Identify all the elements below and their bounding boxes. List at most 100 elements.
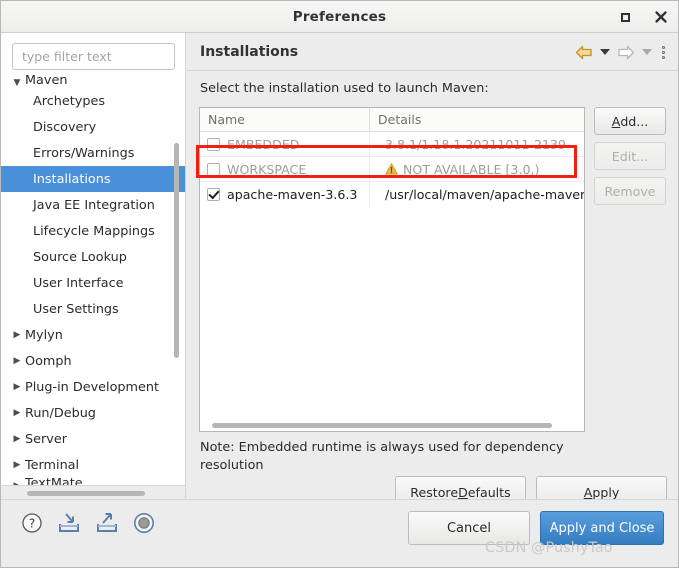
chevron-right-icon[interactable]: ▶ — [9, 382, 25, 392]
sidebar-item-java-ee-integration[interactable]: Java EE Integration — [1, 192, 185, 218]
sidebar-item-mylyn[interactable]: ▶ Mylyn — [1, 322, 185, 348]
sidebar-item-label: Oomph — [25, 353, 72, 369]
cancel-button[interactable]: Cancel — [408, 511, 530, 545]
sidebar-vertical-scrollbar[interactable] — [174, 143, 179, 358]
table-body: EMBEDDED 3.8.1/1.18.1.20211011-2139 WORKSP… — [200, 132, 584, 207]
dialog-footer: ? Cancel Apply and Close — [1, 499, 678, 567]
installation-details: 3.8.1/1.18.1.20211011-2139 — [385, 136, 567, 152]
column-header-name[interactable]: Name — [200, 108, 370, 131]
sidebar-item-label: Mylyn — [25, 327, 63, 343]
svg-text:?: ? — [29, 517, 35, 531]
help-button[interactable]: ? — [21, 512, 43, 534]
sidebar-item-label: Maven — [25, 75, 68, 88]
sidebar-item-maven[interactable]: ▼ Maven — [1, 75, 185, 88]
window-controls — [614, 1, 672, 33]
sidebar-item-label: Discovery — [33, 119, 97, 135]
note-text: Note: Embedded runtime is always used fo… — [200, 440, 564, 473]
table-cell-details: NOT AVAILABLE [3.0,) — [370, 157, 584, 181]
table-row[interactable]: EMBEDDED 3.8.1/1.18.1.20211011-2139 — [200, 132, 584, 157]
sidebar-item-oomph[interactable]: ▶ Oomph — [1, 348, 185, 374]
sidebar-item-terminal[interactable]: ▶ Terminal — [1, 452, 185, 478]
edit-button: Edit... — [594, 142, 666, 170]
table-header-row: Name Details — [200, 108, 584, 132]
footer-button-group: Cancel Apply and Close — [408, 511, 664, 545]
add-button[interactable]: Add... — [594, 107, 666, 135]
table-action-buttons: Add... Edit... Remove — [594, 107, 666, 205]
sidebar-item-label: User Interface — [33, 275, 124, 291]
installation-name: apache-maven-3.6.3 — [227, 187, 358, 202]
restore-defaults-mnemonic: D — [458, 484, 468, 500]
chevron-right-icon[interactable]: ▶ — [9, 356, 25, 366]
column-header-details[interactable]: Details — [370, 108, 584, 131]
installation-checkbox[interactable] — [207, 137, 220, 151]
preferences-tree[interactable]: ▼ Maven Archetypes Discovery Errors/Warnings… — [1, 75, 185, 499]
warning-icon — [384, 162, 399, 175]
installation-checkbox[interactable] — [207, 188, 220, 201]
remove-button: Remove — [594, 177, 666, 205]
sidebar-item-label: Terminal — [25, 457, 80, 473]
sidebar-item-lifecycle-mappings[interactable]: Lifecycle Mappings — [1, 218, 185, 244]
table-cell-details: 3.8.1/1.18.1.20211011-2139 — [370, 132, 584, 156]
preferences-dialog: Preferences ▼Maven Archetypes Discovery Err… — [0, 0, 679, 568]
sidebar-item-label: Plug-in Development — [25, 379, 160, 395]
back-button[interactable] — [575, 45, 593, 60]
sidebar-item-label: Archetypes — [33, 93, 106, 109]
table-cell-name: WORKSPACE — [200, 157, 370, 181]
table-horizontal-scrollbar[interactable] — [212, 423, 552, 428]
chevron-right-icon[interactable]: ▶ — [9, 460, 25, 470]
chevron-right-icon[interactable]: ▶ — [9, 330, 25, 340]
table-cell-name: apache-maven-3.6.3 — [200, 182, 370, 207]
chevron-down-icon[interactable]: ▼ — [9, 79, 25, 88]
sidebar-item-label: User Settings — [33, 301, 119, 317]
table-cell-details: /usr/local/maven/apache-maven-3 — [370, 182, 584, 207]
sidebar-item-user-settings[interactable]: User Settings — [1, 296, 185, 322]
apply-and-close-button[interactable]: Apply and Close — [540, 511, 664, 545]
sidebar-item-source-lookup[interactable]: Source Lookup — [1, 244, 185, 270]
apply-mnemonic: A — [583, 484, 593, 500]
sidebar-item-label: Errors/Warnings — [33, 145, 135, 161]
chevron-right-icon[interactable]: ▶ — [9, 408, 25, 418]
sidebar-item-plug-in-development[interactable]: ▶ Plug-in Development — [1, 374, 185, 400]
help-icon: ? — [22, 513, 42, 533]
import-button[interactable] — [57, 512, 81, 534]
export-button[interactable] — [95, 512, 119, 534]
sidebar-item-label: Java EE Integration — [33, 197, 155, 213]
table-cell-name: EMBEDDED — [200, 132, 370, 156]
sidebar-item-server[interactable]: ▶ Server — [1, 426, 185, 452]
table-row[interactable]: WORKSPACE NOT AVAILABLE [3.0,) — [200, 157, 584, 182]
chevron-right-icon[interactable]: ▶ — [9, 434, 25, 444]
record-button[interactable] — [133, 512, 155, 534]
installations-table[interactable]: Name Details EMBEDDED 3.8.1/1.18.1.202110… — [199, 107, 585, 432]
forward-history-dropdown[interactable] — [642, 49, 652, 55]
close-button[interactable] — [650, 6, 672, 28]
sidebar-item-installations[interactable]: Installations — [1, 166, 185, 192]
preferences-page: Installations Select the installation us… — [187, 33, 678, 508]
apply-post: pply — [592, 484, 620, 500]
sidebar-item-discovery[interactable]: Discovery — [1, 114, 185, 140]
sidebar-horizontal-scrollbar[interactable] — [27, 491, 145, 496]
table-row[interactable]: apache-maven-3.6.3/usr/local/maven/apach… — [200, 182, 584, 207]
restore-defaults-post: efaults — [467, 484, 511, 500]
window-titlebar: Preferences — [1, 1, 678, 33]
sidebar-item-label: Lifecycle Mappings — [33, 223, 155, 239]
installation-checkbox[interactable] — [207, 162, 220, 176]
sidebar-item-run-debug[interactable]: ▶ Run/Debug — [1, 400, 185, 426]
back-history-dropdown[interactable] — [600, 49, 610, 55]
sidebar-scroll-area — [1, 485, 185, 499]
restore-defaults-pre: Restore — [410, 484, 459, 500]
maximize-button[interactable] — [614, 6, 636, 28]
button-label: Edit... — [611, 148, 649, 164]
search-input[interactable] — [12, 43, 175, 70]
sidebar-item-archetypes[interactable]: Archetypes — [1, 88, 185, 114]
record-icon — [134, 513, 154, 533]
vertical-dots-icon[interactable] — [659, 45, 668, 59]
dialog-body: ▼Maven Archetypes Discovery Errors/Warnings… — [1, 33, 678, 508]
installation-name: WORKSPACE — [227, 161, 307, 177]
forward-button[interactable] — [617, 45, 635, 60]
forward-arrow-icon — [618, 45, 635, 59]
back-arrow-icon — [575, 45, 592, 59]
page-header: Installations — [187, 33, 678, 71]
sidebar-item-user-interface[interactable]: User Interface — [1, 270, 185, 296]
sidebar-item-errors-warnings[interactable]: Errors/Warnings — [1, 140, 185, 166]
close-icon — [655, 11, 667, 23]
